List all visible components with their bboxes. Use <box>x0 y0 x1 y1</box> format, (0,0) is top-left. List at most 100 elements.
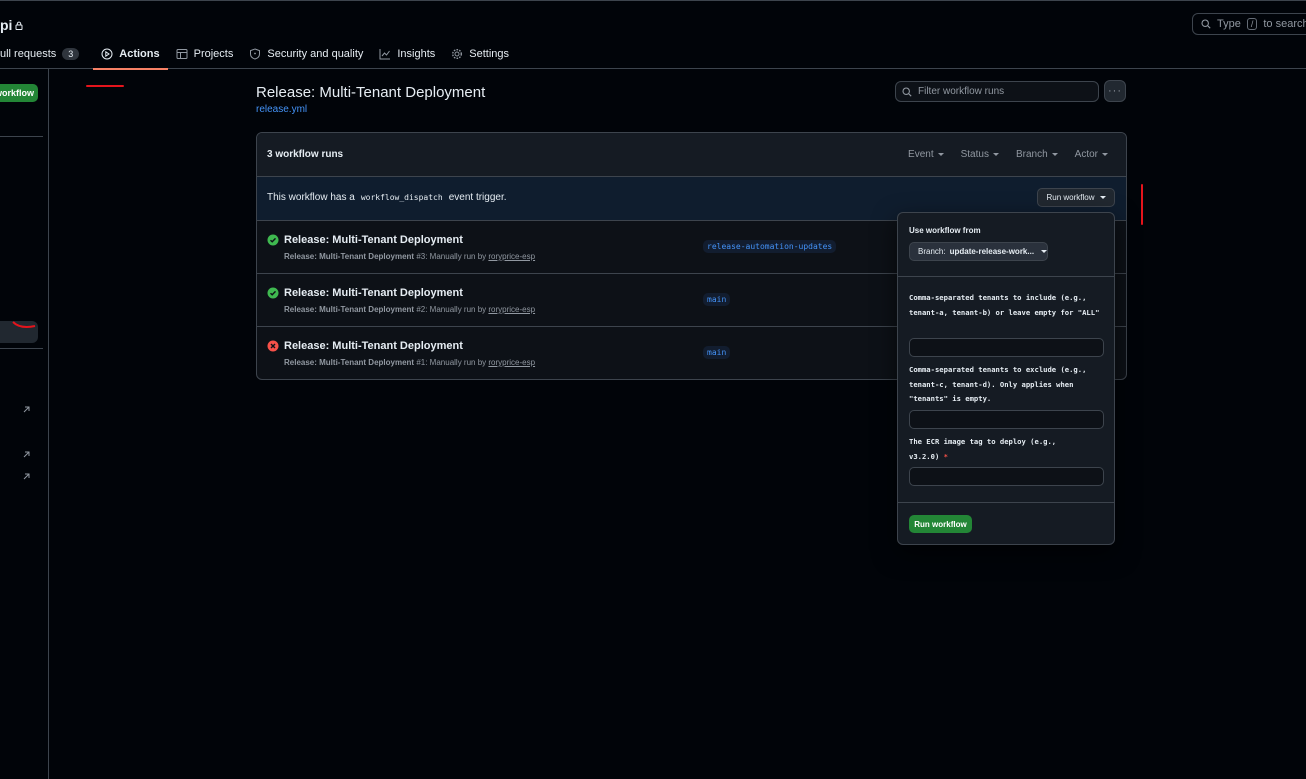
run-detail: : Manually run by <box>425 252 487 261</box>
search-icon <box>902 86 912 97</box>
run-number: #1 <box>416 358 426 367</box>
run-detail: : Manually run by <box>425 305 487 314</box>
panel-branch-section: Use workflow from Branch: update-release… <box>898 213 1114 277</box>
new-workflow-label: workflow <box>0 88 34 98</box>
tenants-include-label: Comma-separated tenants to include (e.g.… <box>909 293 1100 317</box>
trigger-text: This workflow has a workflow_dispatch ev… <box>267 192 507 203</box>
table-icon <box>176 49 188 59</box>
tenants-exclude-label: Comma-separated tenants to exclude (e.g.… <box>909 365 1087 403</box>
status-filter[interactable]: Status <box>961 149 999 160</box>
tab-security[interactable]: Security and quality <box>241 39 371 69</box>
branch-filter[interactable]: Branch <box>1016 149 1058 160</box>
tab-insights-label: Insights <box>397 48 436 60</box>
caret-down-icon <box>1051 153 1058 156</box>
repo-nav: ull requests 3 Actions Projects Security <box>0 39 517 70</box>
run-workflow-name: Release: Multi-Tenant Deployment <box>284 358 415 367</box>
arrow-up-right-icon[interactable] <box>22 450 31 459</box>
branch-tag[interactable]: release-automation-updates <box>703 240 837 253</box>
branch-select-button[interactable]: Branch: update-release-work... <box>909 242 1048 261</box>
gear-icon <box>452 48 463 60</box>
trigger-prefix: This workflow has a <box>267 192 355 203</box>
tenants-include-input[interactable] <box>909 338 1104 357</box>
runs-header: 3 workflow runs Event Status Branch Acto… <box>257 133 1126 177</box>
kebab-icon[interactable]: ··· <box>1104 80 1126 102</box>
run-title[interactable]: Release: Multi-Tenant Deployment <box>284 287 463 299</box>
repo-name-label: pi <box>0 17 13 33</box>
run-workflow-label: Run workflow <box>1046 193 1095 202</box>
actions-sidebar: workflow <box>0 69 49 779</box>
run-workflow-dropdown-button[interactable]: Run workflow <box>1037 188 1115 207</box>
graph-icon <box>379 49 391 60</box>
runs-filters: Event Status Branch Actor <box>908 149 1108 160</box>
annotation-mark <box>1141 184 1143 225</box>
branch-tag[interactable]: main <box>703 293 731 306</box>
global-search[interactable]: Type / to search <box>1192 13 1306 35</box>
run-actor-link[interactable]: roryprice-esp <box>488 358 535 367</box>
image-tag-label: The ECR image tag to deploy (e.g., v3.2.… <box>909 437 1057 461</box>
tab-settings-label: Settings <box>469 48 510 60</box>
lock-icon <box>15 21 23 30</box>
actor-filter-label: Actor <box>1074 149 1098 160</box>
run-meta: Release: Multi-Tenant Deployment #2: Man… <box>284 305 535 314</box>
run-title[interactable]: Release: Multi-Tenant Deployment <box>284 340 463 352</box>
caret-down-icon <box>1102 153 1108 156</box>
tab-pull-requests[interactable]: ull requests 3 <box>0 39 87 69</box>
app-header: pi Type / to search ull requests 3 Actio… <box>0 1 1306 70</box>
repo-name[interactable]: pi <box>0 17 23 33</box>
run-actor-link[interactable]: roryprice-esp <box>488 305 535 314</box>
x-circle-icon <box>267 340 279 352</box>
trigger-suffix: event trigger. <box>448 192 507 203</box>
page-title: Release: Multi-Tenant Deployment <box>256 84 486 101</box>
annotation-mark <box>12 321 36 328</box>
trigger-event-code: workflow_dispatch <box>360 193 443 202</box>
caret-down-icon <box>1099 196 1106 199</box>
caret-down-icon <box>1041 250 1048 253</box>
search-suffix: to search <box>1263 18 1306 30</box>
run-number: #2 <box>416 305 426 314</box>
tab-settings[interactable]: Settings <box>443 39 517 69</box>
search-icon <box>1201 19 1211 29</box>
tab-security-label: Security and quality <box>267 48 364 60</box>
status-filter-label: Status <box>960 149 989 160</box>
sidebar-divider <box>0 136 43 137</box>
run-workflow-panel: Use workflow from Branch: update-release… <box>897 212 1115 545</box>
image-tag-input[interactable] <box>909 467 1104 486</box>
run-meta: Release: Multi-Tenant Deployment #3: Man… <box>284 252 535 261</box>
tenants-exclude-input[interactable] <box>909 410 1104 429</box>
play-icon <box>101 48 113 60</box>
required-mark: * <box>943 451 948 461</box>
search-shortcut-key: / <box>1246 18 1258 30</box>
use-workflow-from-label: Use workflow from <box>909 226 981 235</box>
branch-value: update-release-work... <box>949 247 1035 256</box>
tab-actions-label: Actions <box>119 48 160 60</box>
actor-filter[interactable]: Actor <box>1075 149 1108 160</box>
run-detail: : Manually run by <box>425 358 487 367</box>
shield-icon <box>250 48 261 60</box>
check-circle-icon <box>267 234 279 246</box>
run-meta: Release: Multi-Tenant Deployment #1: Man… <box>284 358 535 367</box>
run-workflow-submit-button[interactable]: Run workflow <box>909 515 972 533</box>
caret-down-icon <box>937 153 944 156</box>
run-actor-link[interactable]: roryprice-esp <box>488 252 535 261</box>
event-filter-label: Event <box>908 149 934 160</box>
tab-projects[interactable]: Projects <box>168 39 242 69</box>
runs-count: 3 workflow runs <box>267 149 344 160</box>
branch-filter-label: Branch <box>1015 149 1048 160</box>
run-workflow-name: Release: Multi-Tenant Deployment <box>284 252 415 261</box>
tab-insights[interactable]: Insights <box>371 39 443 69</box>
filter-runs-input[interactable]: Filter workflow runs <box>895 81 1099 102</box>
arrow-up-right-icon[interactable] <box>22 405 31 414</box>
image-tag-label-wrapper: The ECR image tag to deploy (e.g., v3.2.… <box>909 435 1079 464</box>
sidebar-divider <box>0 348 43 349</box>
pull-requests-count: 3 <box>62 48 80 60</box>
arrow-up-right-icon[interactable] <box>22 472 31 481</box>
search-prefix: Type <box>1217 18 1241 30</box>
tab-actions[interactable]: Actions <box>93 39 168 70</box>
workflow-file-link[interactable]: release.yml <box>256 104 307 115</box>
panel-divider <box>898 502 1114 503</box>
run-title[interactable]: Release: Multi-Tenant Deployment <box>284 234 463 246</box>
event-filter[interactable]: Event <box>908 149 944 160</box>
new-workflow-button[interactable]: workflow <box>0 84 38 102</box>
run-workflow-name: Release: Multi-Tenant Deployment <box>284 305 415 314</box>
branch-tag[interactable]: main <box>703 346 731 359</box>
